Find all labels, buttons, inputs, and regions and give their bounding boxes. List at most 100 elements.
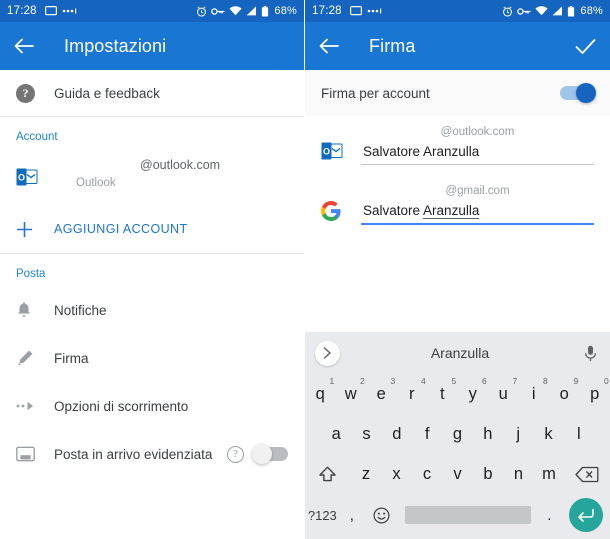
key-w[interactable]: 2w [336, 374, 367, 414]
key-r[interactable]: 4r [397, 374, 428, 414]
key-x[interactable]: x [381, 454, 412, 494]
key-y[interactable]: 6y [458, 374, 489, 414]
signal-icon [246, 6, 257, 16]
checkmark-icon[interactable] [575, 38, 596, 55]
key-hint: 4 [421, 376, 426, 386]
key-label: y [468, 384, 477, 403]
help-circle-icon: ? [16, 83, 54, 103]
sidebar-item-posta-in-arrivo-evidenziata[interactable]: Posta in arrivo evidenziata ? [0, 430, 304, 478]
page-title: Firma [369, 35, 416, 56]
suggestion-word[interactable]: Aranzulla [340, 345, 580, 361]
key-m[interactable]: m [534, 454, 565, 494]
key-c[interactable]: c [412, 454, 443, 494]
key-label: i [531, 384, 536, 403]
wifi-icon [229, 6, 242, 16]
status-time: 17:28 [7, 5, 37, 17]
sidebar-item-opzioni-di-scorrimento[interactable]: Opzioni di scorrimento [0, 382, 304, 430]
key-i[interactable]: 8i [519, 374, 550, 414]
key-hint: 5 [451, 376, 457, 386]
signature-per-account-row[interactable]: Firma per account [305, 70, 610, 116]
more-dots-icon [62, 7, 78, 15]
key-d[interactable]: d [382, 414, 412, 454]
key-u[interactable]: 7u [488, 374, 519, 414]
comma-key[interactable]: , [340, 494, 364, 536]
cast-icon [44, 6, 57, 16]
key-k[interactable]: k [533, 414, 563, 454]
pen-icon [16, 349, 54, 367]
key-v[interactable]: v [442, 454, 473, 494]
outlook-icon: O [16, 168, 54, 186]
row-label: AGGIUNGI ACCOUNT [54, 222, 188, 236]
account-row-outlook[interactable]: O @outlook.com Outlook [0, 149, 304, 205]
battery-percent: 68% [274, 5, 297, 17]
signature-text: Salvatore [363, 203, 424, 218]
alarm-icon [502, 6, 513, 17]
key-label: e [376, 384, 386, 403]
swipe-options-icon [16, 401, 54, 411]
row-label: Firma per account [321, 85, 430, 101]
key-b[interactable]: b [473, 454, 504, 494]
key-g[interactable]: g [442, 414, 472, 454]
key-o[interactable]: 9o [549, 374, 580, 414]
signature-block-gmail: @gmail.com Salvatore Aranzulla [305, 167, 610, 228]
sidebar-item-notifiche[interactable]: Notifiche [0, 286, 304, 334]
battery-percent: 68% [580, 5, 603, 17]
signature-input-outlook[interactable]: Salvatore Aranzulla [361, 142, 594, 165]
key-e[interactable]: 3e [366, 374, 397, 414]
signature-input-gmail[interactable]: Salvatore Aranzulla [361, 201, 594, 225]
key-hint: 0 [604, 376, 609, 386]
back-arrow-icon[interactable] [14, 38, 34, 54]
key-a[interactable]: a [321, 414, 351, 454]
vpn-key-icon [517, 7, 531, 16]
settings-list: ? Guida e feedback Account O @outlook.co… [0, 70, 304, 478]
row-label: Notifiche [54, 302, 107, 318]
key-p[interactable]: 0p [580, 374, 610, 414]
key-hint: 1 [329, 376, 335, 386]
key-f[interactable]: f [412, 414, 442, 454]
help-outline-icon[interactable]: ? [227, 445, 244, 463]
chevron-right-icon[interactable] [315, 340, 340, 366]
enter-icon[interactable] [561, 494, 610, 536]
key-hint: 7 [512, 376, 518, 386]
highlighted-inbox-toggle[interactable] [252, 444, 288, 464]
google-icon [321, 185, 361, 226]
symbols-key[interactable]: ?123 [305, 494, 340, 536]
period-key[interactable]: . [537, 494, 561, 536]
account-provider: Outlook [76, 177, 116, 189]
row-label: Posta in arrivo evidenziata [54, 446, 213, 462]
key-l[interactable]: l [564, 414, 594, 454]
status-bar: 17:28 68% [305, 0, 610, 22]
sidebar-item-firma[interactable]: Firma [0, 334, 304, 382]
spacebar-key[interactable] [399, 494, 538, 536]
page-title: Impostazioni [64, 35, 167, 56]
app-bar: Impostazioni [0, 22, 304, 70]
emoji-icon[interactable] [364, 494, 399, 536]
battery-icon [261, 5, 269, 17]
more-dots-icon [367, 7, 383, 15]
add-account-button[interactable]: AGGIUNGI ACCOUNT [0, 205, 304, 253]
row-label: Firma [54, 350, 89, 366]
key-label: p [590, 384, 600, 403]
key-q[interactable]: 1q [305, 374, 336, 414]
shift-icon[interactable] [305, 454, 351, 494]
key-t[interactable]: 5t [427, 374, 458, 414]
back-arrow-icon[interactable] [319, 38, 339, 54]
svg-text:O: O [18, 172, 25, 182]
key-n[interactable]: n [503, 454, 534, 494]
key-j[interactable]: j [503, 414, 533, 454]
bell-icon [16, 301, 54, 319]
account-email: @outlook.com [140, 158, 221, 172]
battery-icon [567, 5, 575, 17]
backspace-icon[interactable] [564, 454, 610, 494]
app-bar: Firma [305, 22, 610, 70]
key-s[interactable]: s [351, 414, 381, 454]
microphone-icon[interactable] [580, 345, 600, 362]
key-z[interactable]: z [351, 454, 382, 494]
keyboard-row-2: a s d f g h j k l [305, 414, 610, 454]
signature-per-account-toggle[interactable] [560, 83, 596, 103]
key-h[interactable]: h [473, 414, 503, 454]
signature-domain-label: @gmail.com [445, 185, 510, 197]
alarm-icon [196, 6, 207, 17]
signature-domain-label: @outlook.com [440, 126, 515, 138]
sidebar-item-guida-e-feedback[interactable]: ? Guida e feedback [0, 70, 304, 116]
